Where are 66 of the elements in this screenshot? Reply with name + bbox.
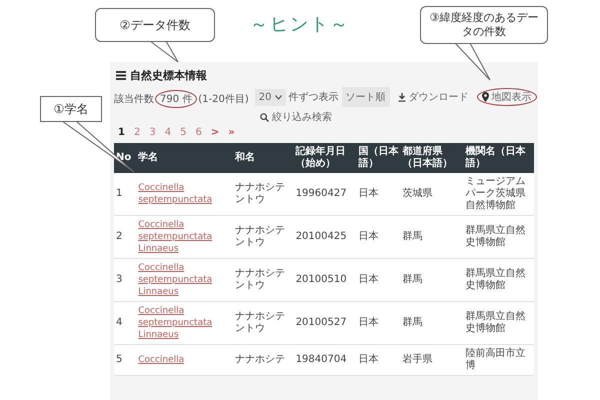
chevron-down-icon — [274, 94, 282, 100]
list-icon — [116, 71, 126, 80]
table-cell: 群馬 — [400, 302, 464, 344]
table-cell: 日本 — [356, 216, 401, 258]
result-label: 該当件数 — [114, 92, 154, 106]
callout-box: ①学名 — [40, 96, 102, 122]
table-cell: 4 — [114, 302, 136, 344]
table-cell: 19840704 — [294, 344, 356, 376]
table-cell: 20100425 — [294, 216, 356, 258]
table-cell: 1 — [114, 173, 136, 216]
table-cell: 20100510 — [294, 258, 356, 302]
column-header: 国（日本語） — [356, 143, 401, 173]
page-link[interactable]: 1 — [114, 127, 129, 138]
table-cell: 20100527 — [294, 302, 356, 344]
column-header: 記録年月日（始め） — [294, 143, 356, 173]
page-link[interactable]: 3 — [145, 127, 160, 138]
column-header: 和名 — [233, 143, 294, 173]
page-link[interactable]: 2 — [130, 127, 144, 138]
page-link[interactable]: 6 — [191, 127, 206, 138]
table-cell: ナナホシテ — [233, 344, 294, 376]
table-cell: 2 — [114, 216, 136, 258]
column-header: 機関名（日本語） — [463, 143, 534, 173]
scientific-name-link[interactable]: Coccinella septempunctata Linnaeus — [138, 219, 232, 255]
page-link[interactable]: 5 — [176, 127, 190, 138]
table-cell: 群馬 — [400, 216, 464, 258]
table-cell: 群馬県立自然史博物館 — [463, 258, 534, 302]
table-cell: 日本 — [356, 173, 401, 216]
table-cell: 群馬県立自然史博物館 — [463, 302, 534, 344]
table-cell: ナナホシテントウ — [233, 302, 294, 344]
table-cell: 3 — [114, 258, 136, 302]
table-cell: ナナホシテントウ — [233, 258, 294, 302]
result-count: 790 件 — [155, 90, 198, 108]
table-cell: 日本 — [356, 302, 401, 344]
map-button[interactable]: 地図表示 — [476, 88, 536, 106]
table-cell: 群馬県立自然史博物館 — [463, 216, 534, 258]
filter-search-button[interactable]: 絞り込み検索 — [254, 108, 337, 126]
last-page-link[interactable]: » — [224, 127, 239, 138]
hint-heading: ～ヒント～ — [250, 13, 350, 37]
table-cell: ナナホシテントウ — [233, 173, 294, 216]
search-icon — [260, 112, 269, 122]
scientific-name-link[interactable]: Coccinella septempunctata Linnaeus — [138, 305, 232, 341]
table-cell: ミュージアムパーク茨城県自然博物館 — [463, 173, 534, 216]
download-icon — [398, 92, 406, 102]
page-link[interactable]: 4 — [160, 127, 176, 138]
panel-title: 自然史標本情報 — [130, 68, 207, 83]
result-range: (1-20件目) — [198, 93, 249, 106]
per-page-select[interactable]: 20 — [254, 88, 286, 106]
table-cell: ナナホシテントウ — [233, 216, 294, 258]
table-cell: 日本 — [356, 344, 401, 376]
table-cell: 19960427 — [294, 173, 356, 216]
download-button[interactable]: ダウンロード — [392, 88, 474, 106]
scientific-name-link[interactable]: Coccinella — [138, 354, 232, 366]
next-page-link[interactable]: > — [206, 127, 224, 138]
column-header: 都道府県（日本語） — [400, 143, 464, 173]
scientific-name-link[interactable]: Coccinella septempunctata Linnaeus — [138, 262, 232, 298]
table-cell: 日本 — [356, 258, 401, 302]
scientific-name-link[interactable]: Coccinella septempunctata — [138, 182, 232, 206]
table-cell: 岩手県 — [400, 344, 464, 376]
table-cell: 茨城県 — [400, 173, 464, 216]
table-cell: 5 — [114, 344, 136, 376]
table-cell: 群馬 — [400, 258, 464, 302]
map-pin-icon — [482, 92, 488, 102]
table-cell: 陸前高田市立博 — [463, 344, 534, 376]
per-page-label: 件ずつ表示 — [288, 90, 338, 104]
sort-select[interactable]: ソート順 — [342, 87, 390, 107]
column-header: 学名 — [136, 143, 234, 173]
